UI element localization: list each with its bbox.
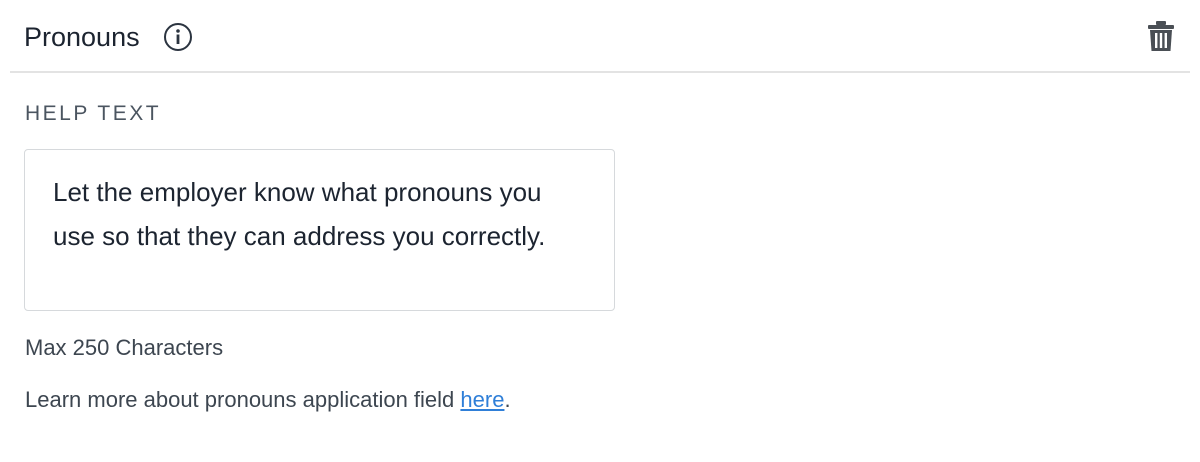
info-icon[interactable] — [163, 22, 193, 52]
help-text-input[interactable]: Let the employer know what pronouns you … — [24, 149, 615, 311]
trash-icon[interactable] — [1147, 20, 1175, 52]
help-text-label: HELP TEXT — [25, 102, 162, 125]
field-header: Pronouns — [10, 0, 1190, 73]
max-characters-note: Max 250 Characters — [25, 335, 224, 360]
learn-more-prefix: Learn more about pronouns application fi… — [25, 387, 461, 412]
learn-more-link[interactable]: here — [460, 387, 504, 412]
field-title: Pronouns — [24, 22, 140, 52]
learn-more-suffix: . — [504, 387, 511, 412]
learn-more-text: Learn more about pronouns application fi… — [25, 386, 511, 414]
